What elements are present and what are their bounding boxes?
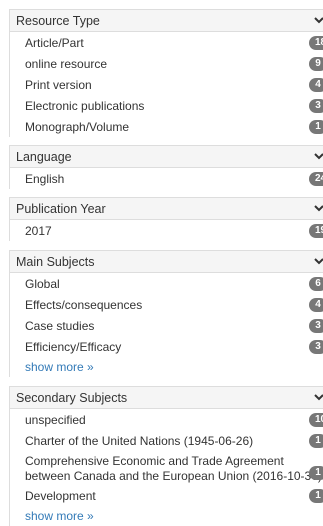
count-badge: 19	[309, 223, 323, 238]
facet-item[interactable]: Charter of the United Nations (1945-06-2…	[10, 430, 323, 451]
show-more-link[interactable]: show more »	[10, 506, 323, 526]
chevron-down-icon[interactable]	[313, 150, 323, 162]
facet-item[interactable]: Print version 4	[10, 74, 323, 95]
facet-item[interactable]: Development 1	[10, 485, 323, 506]
chevron-down-icon[interactable]	[313, 202, 323, 214]
facet-item-label: online resource	[25, 56, 108, 71]
facet-header-main-subjects[interactable]: Main Subjects	[9, 250, 323, 273]
facet-item-label: Print version	[25, 77, 92, 92]
facet-item-label: Monograph/Volume	[25, 119, 130, 134]
facet-item[interactable]: Monograph/Volume 1	[10, 116, 323, 137]
count-badge: 3	[309, 98, 323, 113]
facet-resource-type: Resource Type Article/Part 18 online reso…	[9, 9, 323, 137]
count-badge: 4	[309, 297, 323, 312]
facet-item[interactable]: Global 6	[10, 273, 323, 294]
facet-item[interactable]: Case studies 3	[10, 315, 323, 336]
facet-item-label: Article/Part	[25, 35, 84, 50]
facet-title: Language	[16, 149, 72, 164]
count-badge: 3	[309, 339, 323, 354]
facet-item[interactable]: Efficiency/Efficacy 3	[10, 336, 323, 357]
chevron-down-icon[interactable]	[313, 255, 323, 267]
count-badge: 3	[309, 318, 323, 333]
count-badge: 18	[309, 35, 323, 50]
count-badge: 24	[309, 171, 323, 186]
facet-item-label: Comprehensive Economic and Trade Agreeme…	[25, 454, 322, 483]
facet-item[interactable]: English 24	[10, 168, 323, 189]
facet-title: Resource Type	[16, 13, 100, 28]
facet-item-label: unspecified	[25, 412, 86, 427]
facet-item[interactable]: Article/Part 18	[10, 32, 323, 53]
facet-publication-year: Publication Year 2017 19	[9, 197, 323, 241]
facet-secondary-subjects: Secondary Subjects unspecified 10 Charter…	[9, 386, 323, 526]
facet-item-label: 2017	[25, 223, 52, 238]
count-badge: 10	[309, 412, 323, 427]
facet-language: Language English 24	[9, 145, 323, 189]
count-badge: 1	[309, 119, 323, 134]
count-badge: 6	[309, 276, 323, 291]
facet-item[interactable]: Comprehensive Economic and Trade Agreeme…	[10, 451, 323, 485]
facet-item-label: Development	[25, 488, 96, 503]
facet-title: Publication Year	[16, 201, 106, 216]
facet-item-label: Global	[25, 276, 60, 291]
count-badge: 1	[309, 433, 323, 448]
count-badge: 1	[309, 466, 323, 480]
facet-item[interactable]: unspecified 10	[10, 409, 323, 430]
facet-title: Secondary Subjects	[16, 390, 128, 405]
chevron-down-icon[interactable]	[313, 391, 323, 403]
facet-main-subjects: Main Subjects Global 6 Effects/consequenc…	[9, 250, 323, 377]
facet-item[interactable]: online resource 9	[10, 53, 323, 74]
facet-title: Main Subjects	[16, 254, 95, 269]
facet-header-resource-type[interactable]: Resource Type	[9, 9, 323, 32]
facet-item-label: Efficiency/Efficacy	[25, 339, 122, 354]
facet-item-label: English	[25, 171, 65, 186]
count-badge: 4	[309, 77, 323, 92]
facet-item-label: Case studies	[25, 318, 95, 333]
count-badge: 9	[309, 56, 323, 71]
chevron-down-icon[interactable]	[313, 14, 323, 26]
show-more-link[interactable]: show more »	[10, 357, 323, 377]
facet-header-publication-year[interactable]: Publication Year	[9, 197, 323, 220]
count-badge: 1	[309, 488, 323, 503]
facet-item[interactable]: Effects/consequences 4	[10, 294, 323, 315]
facet-item-label: Charter of the United Nations (1945-06-2…	[25, 433, 254, 448]
facet-item-label: Effects/consequences	[25, 297, 143, 312]
facet-item-label: Electronic publications	[25, 98, 145, 113]
facet-header-language[interactable]: Language	[9, 145, 323, 168]
facet-header-secondary-subjects[interactable]: Secondary Subjects	[9, 386, 323, 409]
facet-item[interactable]: Electronic publications 3	[10, 95, 323, 116]
facet-item[interactable]: 2017 19	[10, 220, 323, 241]
